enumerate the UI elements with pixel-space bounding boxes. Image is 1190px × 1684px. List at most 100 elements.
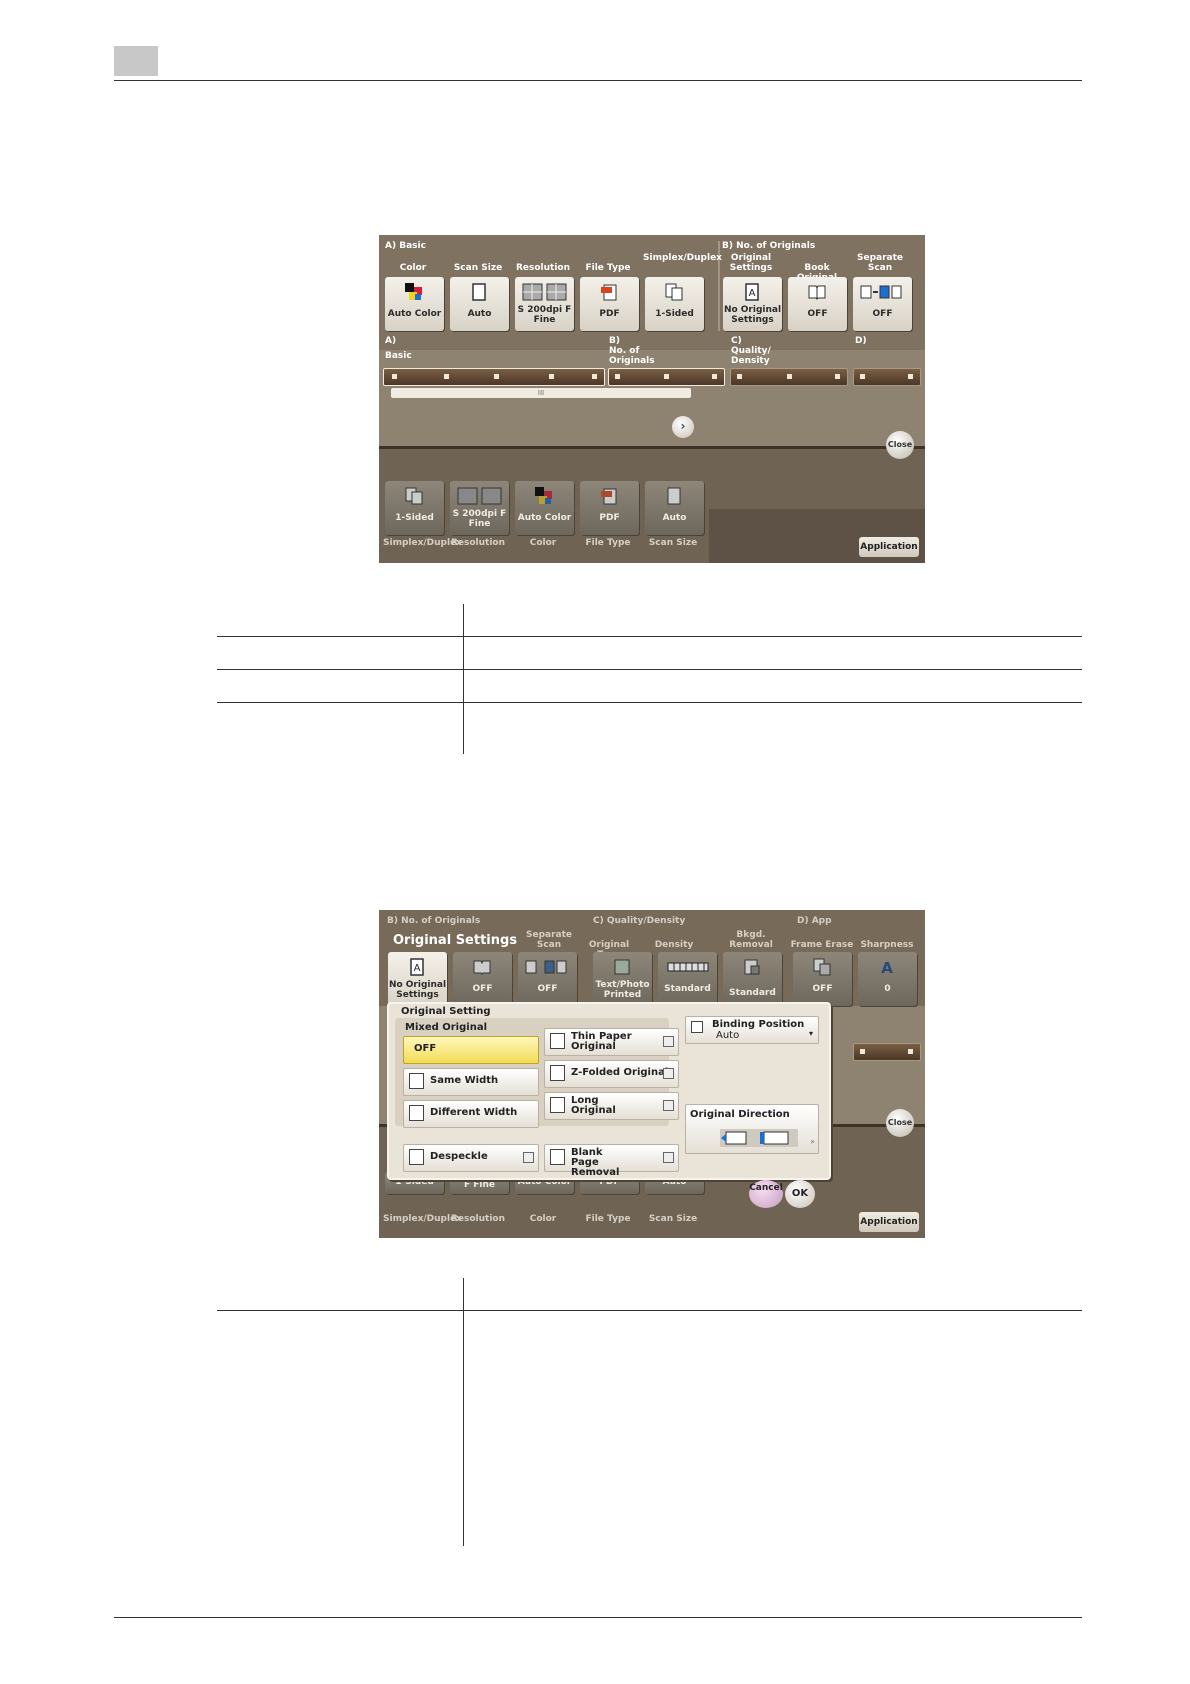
- different-width-option[interactable]: Different Width: [403, 1100, 539, 1128]
- caption-scan-size: Scan Size: [453, 263, 503, 273]
- separate-scan-button[interactable]: OFF: [518, 952, 577, 1006]
- original-settings-dialog: Original Setting Mixed Original OFF Same…: [387, 1002, 831, 1180]
- shortcut-color[interactable]: Auto Color: [515, 481, 574, 535]
- direction-icons: [720, 1129, 798, 1147]
- shortcut-scan-size[interactable]: Auto: [645, 481, 704, 535]
- book-original-button[interactable]: OFF: [453, 952, 512, 1006]
- scroll-thumb: III: [537, 389, 545, 397]
- separate-scan-value: OFF: [537, 984, 558, 994]
- book-original-value: OFF: [807, 309, 828, 319]
- shortcut-simplex-value: 1-Sided: [395, 513, 434, 523]
- bkgd-removal-value: Standard: [729, 988, 776, 998]
- long-original-option[interactable]: Long Original: [544, 1092, 679, 1120]
- shortcut-scan-size-caption: Scan Size: [648, 538, 698, 548]
- next-page-button[interactable]: ›: [672, 416, 694, 438]
- footer-rule: [114, 1617, 1082, 1618]
- blank-page-option[interactable]: Blank Page Removal: [544, 1144, 679, 1178]
- option-label: Blank Page Removal: [571, 1147, 620, 1178]
- chapter-tab: [114, 46, 158, 76]
- resolution-button[interactable]: S 200dpi F Fine: [515, 277, 574, 331]
- despeckle-option[interactable]: Despeckle: [403, 1144, 539, 1172]
- original-settings-button[interactable]: A No Original Settings: [723, 277, 782, 331]
- z-folded-option[interactable]: Z-Folded Original: [544, 1060, 679, 1088]
- resolution-value: S 200dpi F Fine: [517, 305, 572, 325]
- despeckle-checkbox[interactable]: [523, 1152, 534, 1163]
- bkgd-removal-button[interactable]: Standard: [723, 952, 782, 1006]
- caption-resolution: Resolution: [515, 263, 571, 273]
- shortcut-color-value: Auto Color: [517, 513, 572, 523]
- ok-button[interactable]: OK: [785, 1180, 815, 1208]
- shortcut-resolution-caption: Resolution: [450, 538, 506, 548]
- density-value: Standard: [664, 984, 711, 994]
- tab-label-basic: Basic: [385, 351, 412, 361]
- tab-slider-basic[interactable]: [383, 368, 605, 386]
- original-type-value: Text/Photo Printed: [595, 980, 650, 1000]
- caption-sharpness: Sharpness: [860, 940, 914, 950]
- option-label: Z-Folded Original: [571, 1067, 669, 1078]
- tab-slider-d[interactable]: [853, 368, 921, 386]
- simplex-icon: [405, 487, 423, 505]
- thin-paper-option[interactable]: Thin Paper Original: [544, 1028, 679, 1056]
- table1-column-divider: [463, 604, 464, 754]
- close-button[interactable]: Close: [886, 1109, 914, 1137]
- shortcut-scan-size-value: Auto: [662, 513, 687, 523]
- blank-page-checkbox[interactable]: [663, 1152, 674, 1163]
- sharpness-icon: A: [878, 958, 896, 977]
- group-label-quality: C) Quality/Density: [593, 916, 686, 926]
- original-type-icon: [613, 958, 631, 976]
- page-icon: [470, 283, 488, 301]
- svg-text:A: A: [749, 288, 756, 299]
- tab-slider-originals[interactable]: [608, 368, 725, 386]
- book-original-button[interactable]: OFF: [788, 277, 847, 331]
- shortcut-file-type[interactable]: PDF: [580, 481, 639, 535]
- color-button[interactable]: Auto Color: [385, 277, 444, 331]
- svg-text:A: A: [414, 963, 421, 974]
- caption-separate-scan: Separate Scan: [856, 253, 904, 273]
- simplex-duplex-button[interactable]: 1-Sided: [645, 277, 704, 331]
- sharpness-button[interactable]: A 0: [858, 952, 917, 1006]
- thin-paper-checkbox[interactable]: [663, 1036, 674, 1047]
- file-type-button[interactable]: PDF: [580, 277, 639, 331]
- tab-letter-c: C): [731, 336, 742, 346]
- binding-position-select[interactable]: Binding Position Auto ▾: [685, 1016, 819, 1044]
- despeckle-icon: [409, 1149, 424, 1165]
- close-button[interactable]: Close: [886, 431, 914, 459]
- color-mode-icon: [405, 283, 423, 301]
- frame-erase-button[interactable]: OFF: [793, 952, 852, 1006]
- density-button[interactable]: Standard: [658, 952, 717, 1006]
- shortcut-resolution[interactable]: S 200dpi F Fine: [450, 481, 509, 535]
- table1-row-rule: [217, 636, 1082, 637]
- resolution-icon: [456, 487, 504, 505]
- binding-position-icon: [691, 1021, 703, 1033]
- shortcut-file-type-caption: File Type: [585, 538, 631, 548]
- application-button[interactable]: Application: [859, 1212, 919, 1232]
- svg-text:A: A: [881, 959, 893, 976]
- scan-size-button[interactable]: Auto: [450, 277, 509, 331]
- option-label: OFF: [414, 1043, 437, 1054]
- caption-simplex: Simplex/Duplex: [643, 253, 722, 263]
- long-original-checkbox[interactable]: [663, 1100, 674, 1111]
- same-width-icon: [409, 1073, 424, 1089]
- book-icon: [473, 958, 491, 976]
- shortcut-simplex-caption: Simplex/Duplex: [383, 1214, 462, 1224]
- original-a-icon: A: [408, 958, 426, 976]
- page-icon: [665, 487, 683, 505]
- original-type-button[interactable]: Text/Photo Printed: [593, 952, 652, 1006]
- shortcut-simplex[interactable]: 1-Sided: [385, 481, 444, 535]
- application-button[interactable]: Application: [859, 537, 919, 557]
- same-width-option[interactable]: Same Width: [403, 1068, 539, 1096]
- option-label: Same Width: [430, 1075, 499, 1086]
- z-folded-checkbox[interactable]: [663, 1068, 674, 1079]
- dialog-section-label: Original Setting: [401, 1006, 491, 1017]
- caption-separate-scan: Separate Scan: [525, 930, 573, 950]
- scrollbar[interactable]: III: [391, 388, 691, 398]
- simplex-icon: [665, 283, 683, 301]
- tab-slider-d[interactable]: [853, 1043, 921, 1061]
- shortcut-scan-size-caption: Scan Size: [648, 1214, 698, 1224]
- separate-scan-button[interactable]: OFF: [853, 277, 912, 331]
- tab-slider-quality[interactable]: [730, 368, 848, 386]
- cancel-button[interactable]: Cancel: [749, 1180, 783, 1208]
- original-direction-control[interactable]: Original Direction »: [685, 1104, 819, 1154]
- mixed-off-option[interactable]: OFF: [403, 1036, 539, 1064]
- original-settings-button[interactable]: A No Original Settings: [388, 952, 447, 1006]
